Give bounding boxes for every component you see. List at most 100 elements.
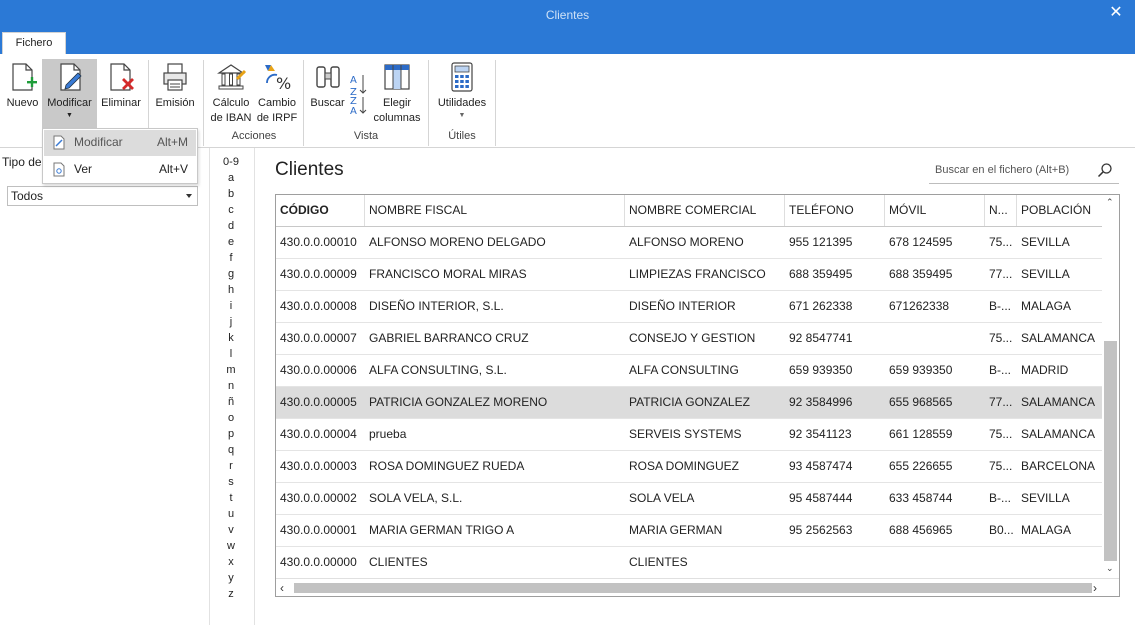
eliminar-button[interactable]: Eliminar (98, 59, 144, 139)
alphabet-letter[interactable]: n (216, 378, 246, 394)
close-button[interactable]: ✕ (1105, 3, 1127, 25)
table-row[interactable]: 430.0.0.00010 ALFONSO MORENO DELGADO ALFON… (276, 227, 1103, 259)
elegir-columnas-button[interactable]: Elegir columnas (371, 59, 423, 139)
horizontal-scroll-thumb[interactable] (294, 583, 1092, 593)
alphabet-letter[interactable]: w (216, 538, 246, 554)
nuevo-button[interactable]: Nuevo (4, 59, 41, 139)
alphabet-letter[interactable]: v (216, 522, 246, 538)
calculo-iban-button[interactable]: Cálculo de IBAN (208, 59, 254, 139)
alphabet-letter[interactable]: l (216, 346, 246, 362)
alphabet-letter[interactable]: u (216, 506, 246, 522)
table-row[interactable]: 430.0.0.00009 FRANCISCO MORAL MIRAS LIMPIE… (276, 259, 1103, 291)
scroll-down-icon[interactable]: ⌄ (1106, 563, 1114, 574)
table-cell: 633 458744 (889, 491, 953, 505)
table-row[interactable]: 430.0.0.00006 ALFA CONSULTING, S.L. ALFA C… (276, 355, 1103, 387)
table-cell (785, 547, 885, 578)
table-row[interactable]: 430.0.0.00005 PATRICIA GONZALEZ MORENO PAT… (276, 387, 1103, 419)
alphabet-letter[interactable]: ñ (216, 394, 246, 410)
table-cell: CLIENTES (369, 555, 428, 569)
alphabet-letter[interactable]: f (216, 250, 246, 266)
column-header[interactable]: POBLACIÓN (1017, 195, 1103, 226)
sort-button[interactable]: A Z Z A (347, 59, 369, 139)
alphabet-letter[interactable]: b (216, 186, 246, 202)
vertical-scroll-thumb[interactable] (1104, 341, 1117, 561)
table-row[interactable]: 430.0.0.00000 CLIENTES CLIENTES (276, 547, 1103, 579)
scroll-left-icon[interactable]: ‹ (280, 581, 284, 595)
column-header[interactable]: TELÉFONO (785, 195, 885, 226)
menu-item-ver[interactable]: Ver Alt+V (44, 157, 196, 183)
tab-fichero[interactable]: Fichero (2, 32, 66, 55)
table-row[interactable]: 430.0.0.00002 SOLA VELA, S.L. SOLA VELA 95 … (276, 483, 1103, 515)
alphabet-letter[interactable]: x (216, 554, 246, 570)
alphabet-letter[interactable]: e (216, 234, 246, 250)
alphabet-letter[interactable]: i (216, 298, 246, 314)
column-header[interactable]: MÓVIL (885, 195, 985, 226)
table-row[interactable]: 430.0.0.00008 DISEÑO INTERIOR, S.L. DISEÑO… (276, 291, 1103, 323)
svg-text:%: % (276, 74, 291, 93)
column-header[interactable]: N... (985, 195, 1017, 226)
menu-item-shortcut: Alt+M (156, 135, 188, 149)
scroll-right-icon[interactable]: › (1093, 581, 1097, 595)
cambio-irpf-button[interactable]: % Cambio de IRPF (255, 59, 299, 139)
emision-button[interactable]: Emisión (152, 59, 198, 139)
alphabet-letter[interactable]: d (216, 218, 246, 234)
alphabet-letter[interactable]: 0-9 (216, 154, 246, 170)
column-header[interactable]: CÓDIGO (276, 195, 365, 226)
alphabet-letter[interactable]: y (216, 570, 246, 586)
columns-icon (384, 64, 410, 90)
table-cell: 430.0.0.00006 (280, 363, 357, 377)
alphabet-letter[interactable]: o (216, 410, 246, 426)
alphabet-letter[interactable]: k (216, 330, 246, 346)
alphabet-letter[interactable]: a (216, 170, 246, 186)
menu-item-modificar[interactable]: Modificar Alt+M (44, 130, 196, 156)
table-cell: 955 121395 (789, 235, 853, 249)
alphabet-letter[interactable]: s (216, 474, 246, 490)
search-input[interactable]: Buscar en el fichero (Alt+B) (929, 158, 1119, 184)
horizontal-scrollbar[interactable]: ‹ › (276, 578, 1119, 596)
alphabet-letter[interactable]: r (216, 458, 246, 474)
utilidades-button[interactable]: Utilidades ▼ (433, 59, 491, 139)
column-header[interactable]: NOMBRE FISCAL (365, 195, 625, 226)
alphabet-letter[interactable]: z (216, 586, 246, 602)
column-header[interactable]: NOMBRE COMERCIAL (625, 195, 785, 226)
table-cell: 659 939350 (889, 363, 953, 377)
group-label-acciones: Acciones (231, 130, 277, 142)
tipo-filter-value: Todos (11, 189, 44, 203)
scroll-up-icon[interactable]: ⌃ (1106, 197, 1114, 208)
edit-document-icon (53, 135, 65, 150)
table-cell: ROSA DOMINGUEZ (629, 459, 740, 473)
chevron-down-icon: ▼ (66, 112, 73, 119)
chevron-down-icon (186, 194, 192, 198)
table-row[interactable]: 430.0.0.00007 GABRIEL BARRANCO CRUZ CONSEJ… (276, 323, 1103, 355)
tipo-filter-select[interactable]: Todos (7, 186, 198, 206)
alphabet-letter[interactable]: g (216, 266, 246, 282)
alphabet-letter[interactable]: t (216, 490, 246, 506)
search-icon[interactable] (1097, 162, 1113, 178)
table-row[interactable]: 430.0.0.00003 ROSA DOMINGUEZ RUEDA ROSA DO… (276, 451, 1103, 483)
table-cell: 678 124595 (889, 235, 953, 249)
bank-icon (217, 64, 247, 90)
alphabet-letter[interactable]: q (216, 442, 246, 458)
table-row[interactable]: 430.0.0.00004 prueba SERVEIS SYSTEMS 92 354… (276, 419, 1103, 451)
modificar-button[interactable]: Modificar ▼ (42, 59, 97, 131)
table-cell: PATRICIA GONZALEZ MORENO (369, 395, 548, 409)
filter-sidebar: Tipo de Todos (0, 150, 210, 625)
ribbon-separator (303, 60, 304, 146)
alphabet-letter[interactable]: p (216, 426, 246, 442)
alphabet-letter[interactable]: j (216, 314, 246, 330)
table-cell (985, 547, 1017, 578)
alphabet-letter[interactable]: h (216, 282, 246, 298)
vertical-scrollbar[interactable]: ⌃ ⌄ (1102, 195, 1119, 580)
table-cell: 430.0.0.00003 (280, 459, 357, 473)
table-cell: 93 4587474 (789, 459, 853, 473)
table-cell: 430.0.0.00002 (280, 491, 357, 505)
table-cell: 77... (989, 267, 1013, 281)
alphabet-letter[interactable]: m (216, 362, 246, 378)
elegir-label-2: columnas (373, 112, 421, 124)
buscar-button[interactable]: Buscar (309, 59, 346, 139)
table-cell: MARIA GERMAN (629, 523, 723, 537)
table-cell: ROSA DOMINGUEZ RUEDA (369, 459, 525, 473)
table-cell: 430.0.0.00000 (280, 555, 357, 569)
alphabet-letter[interactable]: c (216, 202, 246, 218)
table-row[interactable]: 430.0.0.00001 MARIA GERMAN TRIGO A MARIA G… (276, 515, 1103, 547)
